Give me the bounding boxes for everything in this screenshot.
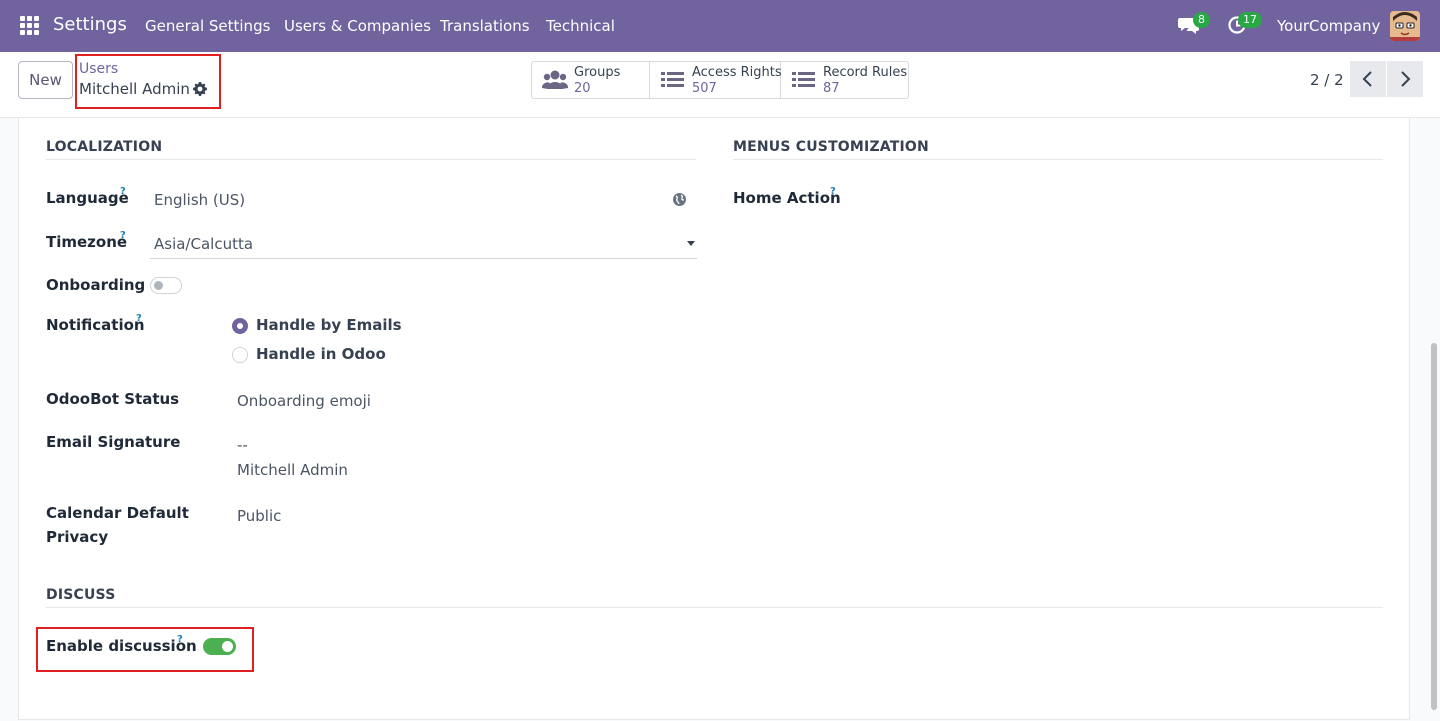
- notification-email-radio[interactable]: [232, 318, 248, 334]
- page-scrollbar[interactable]: [1431, 343, 1437, 710]
- calendar-privacy-label-line-2: Privacy: [46, 528, 109, 546]
- users-icon: [542, 70, 568, 89]
- control-panel: New Users Mitchell Admin Groups 20 Acces…: [0, 52, 1440, 118]
- caret-down-icon[interactable]: [687, 241, 695, 246]
- menu-translations[interactable]: Translations: [440, 17, 530, 35]
- access-rights-smart-button[interactable]: Access Rights 507: [650, 62, 782, 98]
- timezone-help-tooltip[interactable]: ?: [120, 230, 126, 241]
- calendar-privacy-label: Calendar Default: [46, 504, 189, 522]
- record-rules-label: Record Rules: [823, 65, 908, 80]
- notification-email-option[interactable]: Handle by Emails: [256, 316, 402, 334]
- record-rules-count: 87: [823, 81, 840, 96]
- app-name[interactable]: Settings: [53, 14, 127, 35]
- notification-odoo-option[interactable]: Handle in Odoo: [256, 345, 386, 363]
- list-icon: [661, 72, 684, 87]
- chevron-right-icon: [1401, 71, 1411, 87]
- language-field[interactable]: English (US): [154, 191, 245, 209]
- enable-discussion-help-tooltip[interactable]: ?: [177, 634, 183, 645]
- access-rights-count: 507: [692, 81, 717, 96]
- record-rules-smart-button[interactable]: Record Rules 87: [781, 62, 908, 98]
- language-label: Language: [46, 189, 129, 207]
- breadcrumb-current-record: Mitchell Admin: [79, 80, 190, 98]
- timezone-label: Timezone: [46, 233, 128, 251]
- home-action-label: Home Action: [733, 189, 841, 207]
- smart-buttons: Groups 20 Access Rights 507 Record Rules…: [531, 61, 909, 99]
- list-icon: [792, 72, 815, 87]
- timezone-underline: [150, 258, 697, 259]
- groups-count: 20: [574, 81, 591, 96]
- user-avatar[interactable]: [1390, 11, 1420, 41]
- messages-badge: 8: [1193, 12, 1210, 28]
- chevron-left-icon: [1362, 71, 1372, 87]
- discuss-section-title: DISCUSS: [46, 587, 116, 603]
- odoobot-status-value[interactable]: Onboarding emoji: [237, 392, 371, 410]
- pager-next-button[interactable]: [1387, 61, 1423, 97]
- apps-menu-icon[interactable]: [20, 16, 39, 35]
- enable-discussion-toggle[interactable]: [203, 638, 236, 655]
- gear-icon[interactable]: [192, 81, 208, 97]
- odoobot-status-label: OdooBot Status: [46, 390, 180, 408]
- company-switcher[interactable]: YourCompany: [1277, 17, 1380, 35]
- pager-value[interactable]: 2 / 2: [1310, 71, 1344, 89]
- breadcrumb-users-link[interactable]: Users: [79, 61, 118, 77]
- enable-discussion-label: Enable discussion: [46, 637, 197, 655]
- email-signature-label: Email Signature: [46, 433, 181, 451]
- pager-previous-button[interactable]: [1350, 61, 1386, 97]
- email-signature-line-2[interactable]: Mitchell Admin: [237, 461, 348, 479]
- menu-users-companies[interactable]: Users & Companies: [284, 17, 431, 35]
- menu-general-settings[interactable]: General Settings: [145, 17, 270, 35]
- activities-badge: 17: [1238, 12, 1262, 28]
- timezone-select[interactable]: Asia/Calcutta: [154, 235, 253, 253]
- new-button[interactable]: New: [18, 61, 73, 99]
- home-action-help-tooltip[interactable]: ?: [830, 186, 836, 197]
- language-help-tooltip[interactable]: ?: [120, 186, 126, 197]
- access-rights-label: Access Rights: [692, 65, 782, 80]
- groups-label: Groups: [574, 65, 621, 80]
- notification-odoo-radio[interactable]: [232, 347, 248, 363]
- menus-section-title: MENUS CUSTOMIZATION: [733, 139, 929, 155]
- notification-help-tooltip[interactable]: ?: [136, 313, 142, 324]
- calendar-privacy-value[interactable]: Public: [237, 507, 281, 525]
- menu-technical[interactable]: Technical: [546, 17, 615, 35]
- onboarding-toggle[interactable]: [150, 277, 182, 294]
- menus-divider: [733, 159, 1383, 160]
- groups-smart-button[interactable]: Groups 20: [532, 62, 650, 98]
- localization-section-title: LOCALIZATION: [46, 139, 163, 155]
- top-navbar: Settings General Settings Users & Compan…: [0, 0, 1440, 52]
- localization-divider: [46, 159, 696, 160]
- onboarding-label: Onboarding: [46, 276, 146, 294]
- discuss-divider: [46, 607, 1383, 608]
- globe-icon[interactable]: [672, 192, 687, 207]
- email-signature-line-1[interactable]: --: [237, 436, 248, 454]
- notification-label: Notification: [46, 316, 145, 334]
